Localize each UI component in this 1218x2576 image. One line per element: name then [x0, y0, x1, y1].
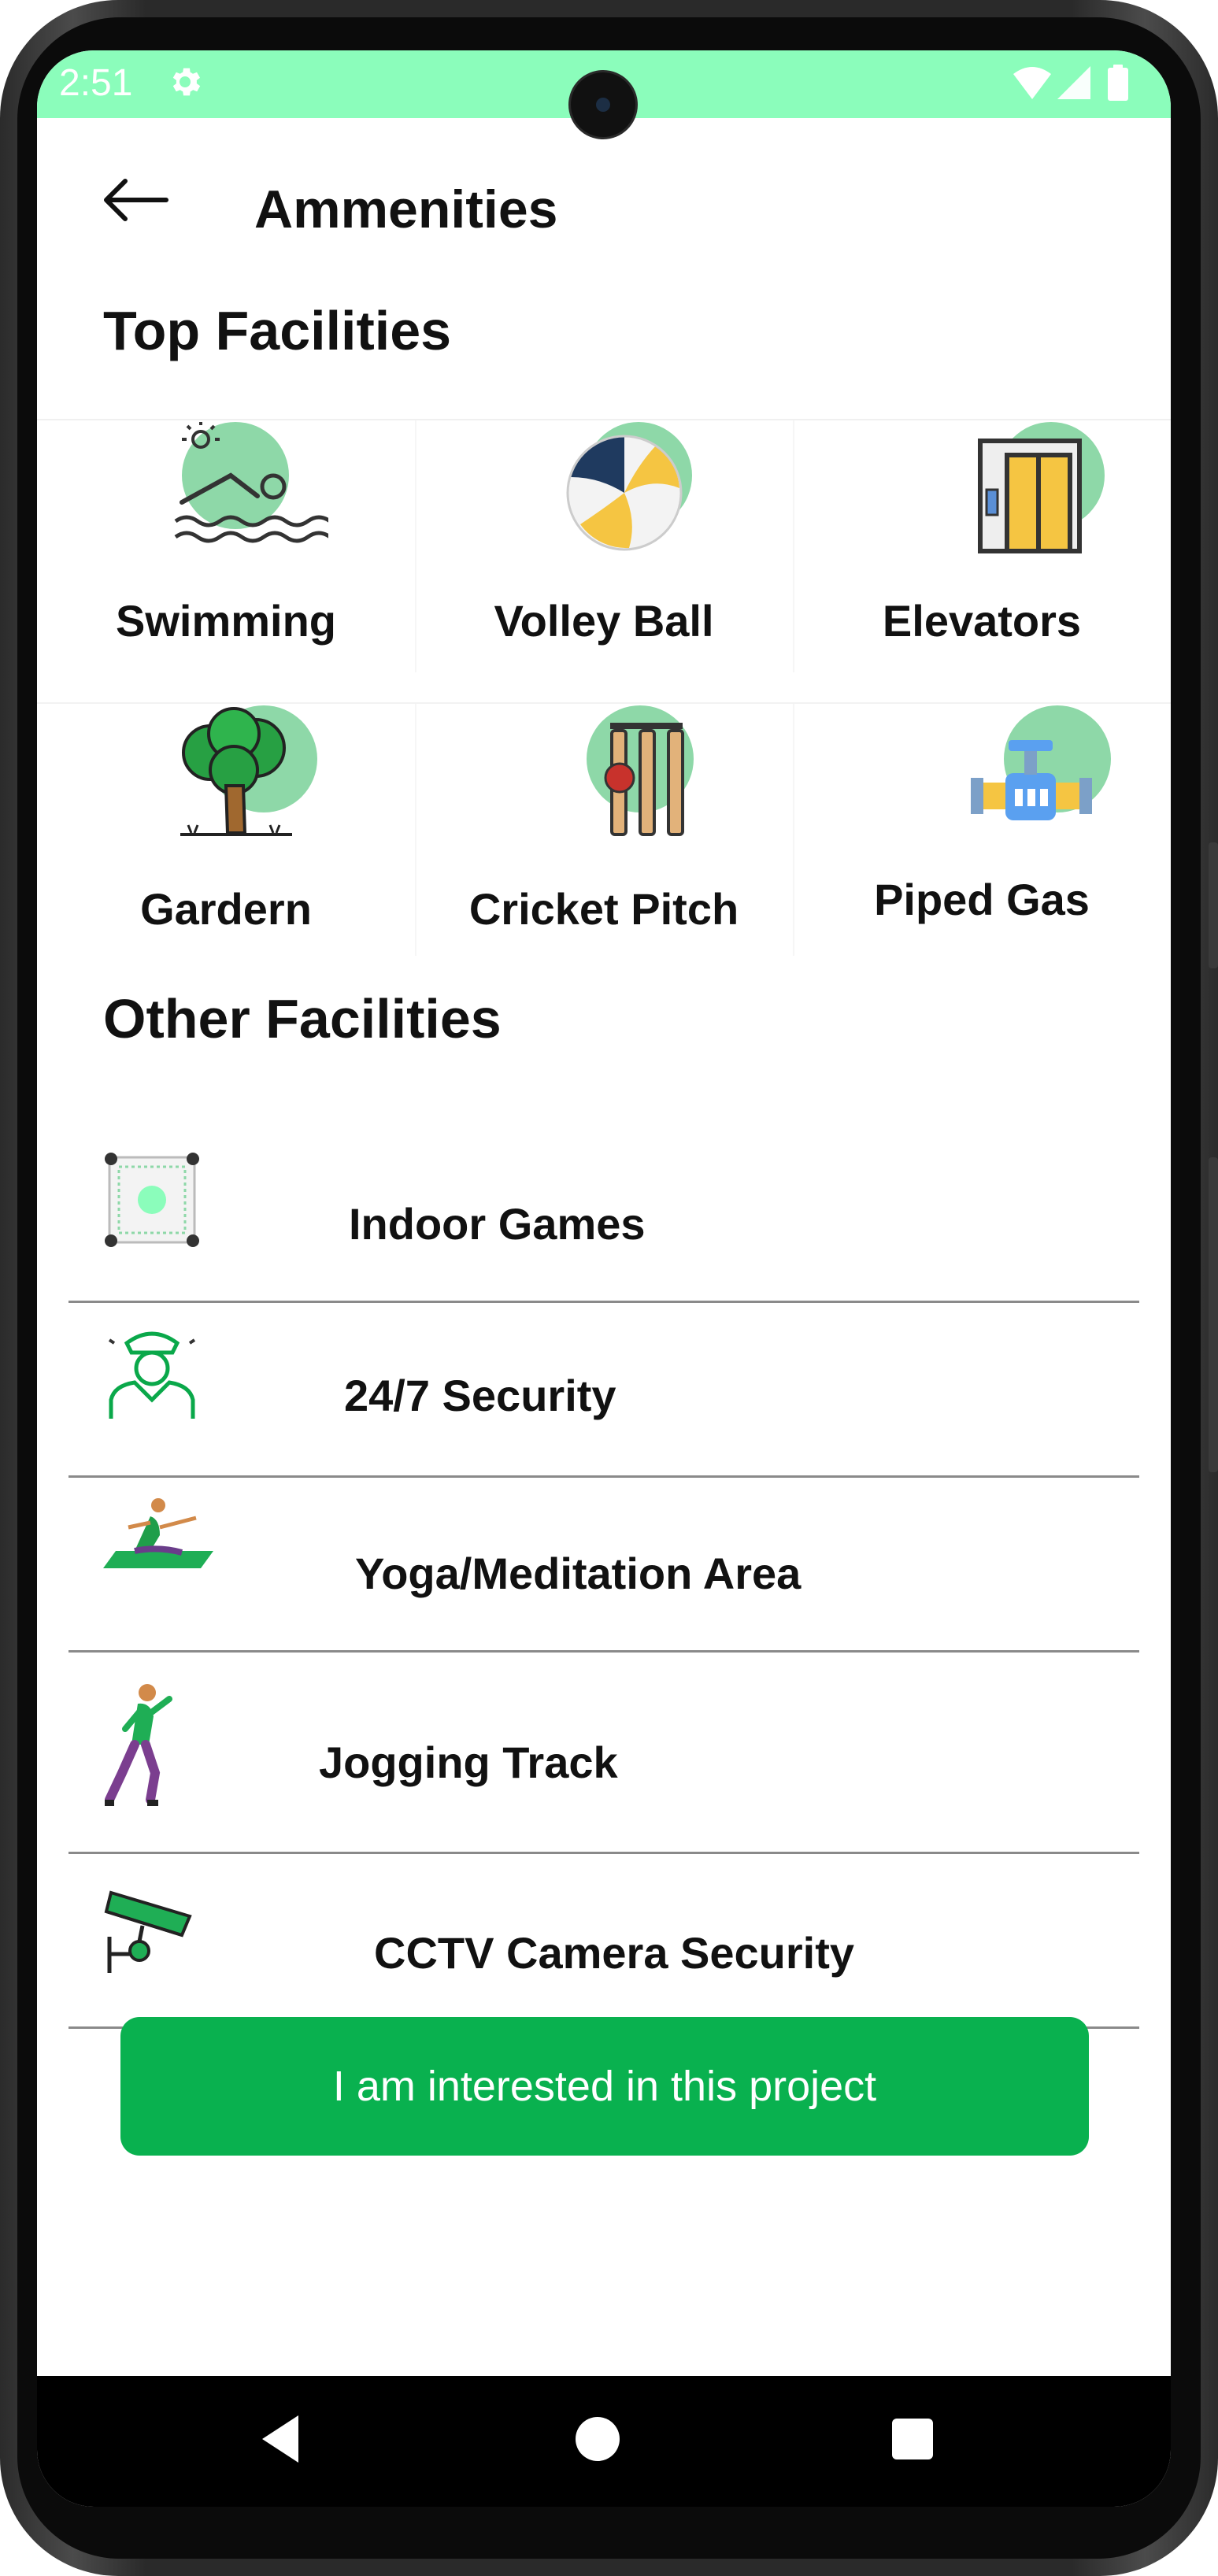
signal-icon: [1057, 66, 1090, 99]
facility-swimming[interactable]: Swimming: [37, 420, 416, 672]
list-item-security[interactable]: 24/7 Security: [68, 1301, 1139, 1478]
list-item-indoor-games[interactable]: Indoor Games: [68, 1145, 1139, 1303]
facility-label: Volley Ball: [494, 596, 714, 646]
settings-gear-icon: [172, 68, 201, 96]
facility-row: Gardern Cricket Pitch Piped Gas: [37, 702, 1171, 956]
volume-button: [1209, 842, 1218, 968]
status-time: 2:51: [59, 62, 133, 104]
indoor-games-icon: [105, 1153, 199, 1247]
wifi-icon: [1013, 67, 1051, 99]
interested-button[interactable]: I am interested in this project: [120, 2017, 1089, 2156]
list-item-label: CCTV Camera Security: [374, 1928, 855, 1978]
system-status-icons: [1013, 65, 1128, 101]
facility-cricket-pitch[interactable]: Cricket Pitch: [415, 704, 794, 956]
app-screen: 2:51 Ammenities Top Facilities Swimming …: [37, 50, 1171, 2507]
facility-elevators[interactable]: Elevators: [793, 420, 1171, 672]
facility-volleyball[interactable]: Volley Ball: [415, 420, 794, 672]
list-item-label: 24/7 Security: [344, 1371, 616, 1420]
elevator-icon: [978, 439, 1082, 553]
volleyball-icon: [566, 435, 683, 551]
other-facilities-heading: Other Facilities: [103, 988, 502, 1049]
list-item-label: Jogging Track: [319, 1738, 618, 1787]
facility-garden[interactable]: Gardern: [37, 704, 416, 956]
nav-back-icon[interactable]: [250, 2408, 313, 2471]
back-arrow-icon[interactable]: [102, 176, 169, 224]
facility-label: Cricket Pitch: [468, 884, 739, 934]
nav-recents-icon[interactable]: [881, 2408, 944, 2471]
security-guard-icon: [108, 1331, 196, 1419]
facility-row: Swimming Volley Ball Elevators: [37, 419, 1171, 672]
facility-label: Swimming: [115, 596, 337, 646]
list-item-label: Yoga/Meditation Area: [355, 1549, 802, 1598]
battery-icon: [1108, 68, 1128, 101]
top-facilities-heading: Top Facilities: [103, 300, 452, 361]
facility-label: Elevators: [882, 596, 1082, 646]
list-item-cctv[interactable]: CCTV Camera Security: [68, 1852, 1139, 2029]
system-navigation-bar: [37, 2376, 1171, 2507]
facility-label: Gardern: [140, 884, 312, 934]
cctv-icon: [104, 1890, 192, 1973]
swimming-icon: [174, 422, 328, 543]
gas-pipe-icon: [971, 740, 1092, 820]
page-title: Ammenities: [254, 180, 558, 239]
top-facilities-grid: Swimming Volley Ball Elevators Gardern C…: [37, 419, 1171, 956]
facility-piped-gas[interactable]: Piped Gas: [793, 704, 1171, 956]
list-item-yoga[interactable]: Yoga/Meditation Area: [68, 1475, 1139, 1653]
power-button: [1209, 1157, 1218, 1472]
yoga-icon: [103, 1498, 213, 1568]
tree-icon: [180, 707, 292, 836]
front-camera: [571, 72, 635, 137]
list-item-jogging[interactable]: Jogging Track: [68, 1650, 1139, 1854]
list-item-label: Indoor Games: [349, 1199, 646, 1249]
facility-label: Piped Gas: [874, 875, 1090, 924]
cricket-stumps-icon: [604, 723, 684, 836]
nav-home-icon[interactable]: [566, 2408, 629, 2471]
jogging-icon: [105, 1684, 172, 1806]
